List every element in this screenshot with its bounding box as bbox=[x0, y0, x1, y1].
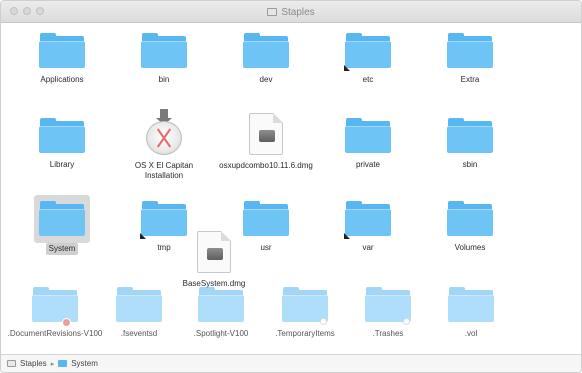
folder-icon bbox=[446, 33, 494, 69]
disk-icon bbox=[7, 360, 16, 367]
folder-icon bbox=[446, 118, 494, 154]
plus-badge-icon bbox=[320, 318, 327, 325]
installer-icon bbox=[143, 109, 185, 155]
icon-view: Applications bin dev etc Extra Library O… bbox=[1, 23, 581, 356]
folder-icon bbox=[31, 287, 79, 327]
folder-item[interactable]: Applications bbox=[12, 33, 112, 85]
folder-item[interactable]: Extra bbox=[420, 33, 520, 85]
item-label: private bbox=[355, 160, 380, 169]
folder-item[interactable]: sbin bbox=[420, 118, 520, 170]
folder-item[interactable]: dev bbox=[216, 33, 316, 85]
hidden-folder-item[interactable]: .vol bbox=[421, 287, 521, 339]
item-label: Extra bbox=[460, 75, 480, 84]
item-label: Applications bbox=[40, 75, 84, 84]
folder-icon bbox=[38, 201, 86, 237]
folder-icon bbox=[115, 287, 163, 323]
window-title: Staples bbox=[1, 1, 581, 23]
dmg-item[interactable]: osxupdcombo10.11.6.dmg bbox=[216, 113, 316, 171]
item-label: .Trashes bbox=[372, 329, 404, 338]
folder-item[interactable]: Volumes bbox=[420, 201, 520, 253]
alias-arrow-icon bbox=[344, 65, 350, 71]
item-label: .fseventsd bbox=[120, 329, 158, 338]
alias-arrow-icon bbox=[344, 233, 350, 239]
item-label: bin bbox=[158, 75, 170, 84]
item-label: System bbox=[45, 243, 79, 255]
item-label: OS X El Capitan Installation bbox=[134, 161, 194, 180]
folder-icon bbox=[447, 287, 495, 323]
disk-icon bbox=[267, 8, 278, 16]
folder-icon bbox=[140, 33, 188, 69]
folder-item-selected[interactable]: System bbox=[12, 201, 112, 255]
folder-icon bbox=[344, 118, 392, 154]
item-label: Volumes bbox=[454, 243, 486, 252]
window-title-text: Staples bbox=[281, 6, 315, 18]
folder-icon bbox=[364, 287, 412, 325]
folder-icon bbox=[446, 201, 494, 237]
folder-item[interactable]: etc bbox=[318, 33, 418, 85]
item-label: .Spotlight-V100 bbox=[193, 329, 249, 338]
folder-item[interactable]: bin bbox=[114, 33, 214, 85]
folder-alias-icon bbox=[344, 33, 392, 71]
path-bar: Staples ▸ System bbox=[1, 354, 581, 372]
item-label: var bbox=[362, 243, 374, 252]
path-folder-label[interactable]: System bbox=[71, 359, 98, 368]
item-label: Library bbox=[49, 160, 75, 169]
folder-icon bbox=[281, 287, 329, 325]
disk-image-icon bbox=[249, 113, 283, 155]
item-label: sbin bbox=[462, 160, 478, 169]
finder-window: Staples Applications bin dev etc Extra L… bbox=[0, 0, 582, 373]
item-label: .TemporaryItems bbox=[275, 329, 335, 338]
disk-image-icon bbox=[197, 231, 231, 273]
folder-item[interactable]: var bbox=[318, 201, 418, 253]
folder-item[interactable]: Library bbox=[12, 118, 112, 170]
folder-icon bbox=[38, 33, 86, 69]
dmg-item-dragging[interactable]: BaseSystem.dmg bbox=[164, 231, 264, 289]
no-access-badge-icon bbox=[62, 318, 71, 327]
plus-badge-icon bbox=[403, 318, 410, 325]
path-disk-label[interactable]: Staples bbox=[20, 359, 47, 368]
item-label: etc bbox=[362, 75, 374, 84]
item-label: osxupdcombo10.11.6.dmg bbox=[219, 161, 313, 170]
folder-alias-icon bbox=[344, 201, 392, 239]
folder-icon bbox=[242, 33, 290, 69]
folder-icon bbox=[38, 118, 86, 154]
folder-icon bbox=[197, 287, 245, 323]
alias-arrow-icon bbox=[140, 233, 146, 239]
item-label: .vol bbox=[464, 329, 478, 338]
folder-item[interactable]: private bbox=[318, 118, 418, 170]
item-label: dev bbox=[259, 75, 273, 84]
installer-item[interactable]: OS X El Capitan Installation bbox=[114, 109, 214, 181]
path-separator: ▸ bbox=[50, 360, 55, 368]
title-bar[interactable]: Staples bbox=[1, 1, 581, 23]
folder-icon bbox=[58, 360, 68, 367]
